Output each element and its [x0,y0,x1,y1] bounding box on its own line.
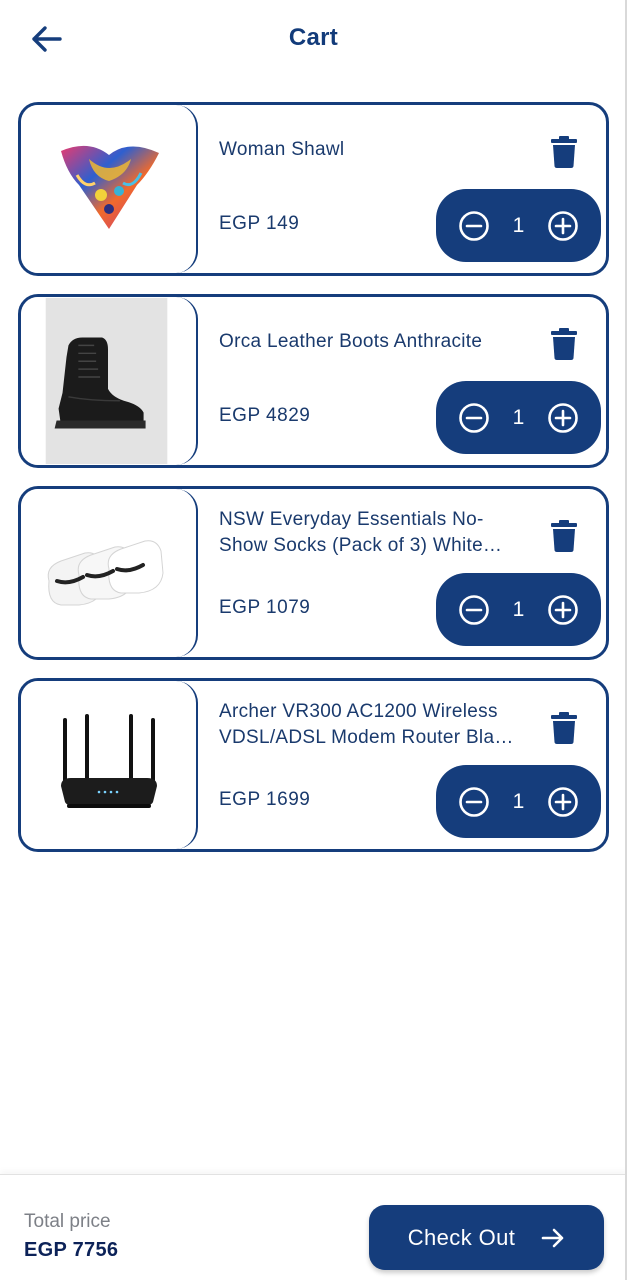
cart-item[interactable]: Orca Leather Boots Anthracite EGP 4829 1 [18,294,609,468]
app-header: Cart [0,0,627,78]
total-price-value: EGP 7756 [24,1239,119,1261]
product-image [21,489,198,657]
minus-circle-icon[interactable] [458,786,490,818]
quantity-value: 1 [512,597,525,621]
trash-icon [551,712,577,744]
plus-circle-icon[interactable] [547,786,579,818]
product-price: EGP 1699 [219,789,311,810]
minus-circle-icon[interactable] [458,594,490,626]
quantity-stepper: 1 [436,189,601,262]
total-price-label: Total price [24,1211,111,1232]
quantity-stepper: 1 [436,765,601,838]
boot-image [45,297,168,465]
checkout-footer: Total price EGP 7756 Check Out [0,1174,627,1280]
delete-button[interactable] [549,711,579,745]
product-price: EGP 149 [219,213,300,234]
socks-image [47,540,164,606]
cart-item[interactable]: Archer VR300 AC1200 Wireless VDSL/ADSL M… [18,678,609,852]
checkout-button[interactable]: Check Out [369,1205,604,1270]
quantity-value: 1 [512,789,525,813]
plus-circle-icon[interactable] [547,210,579,242]
plus-circle-icon[interactable] [547,402,579,434]
product-name: Woman Shawl [219,139,345,160]
cart-item[interactable]: Woman Shawl EGP 149 1 [18,102,609,276]
trash-icon [551,520,577,552]
shawl-image [60,145,159,229]
product-name: NSW Everyday Essentials No-Show Socks (P… [219,509,503,556]
delete-button[interactable] [549,327,579,361]
router-image [60,714,157,808]
quantity-value: 1 [512,213,525,237]
trash-icon [551,136,577,168]
minus-circle-icon[interactable] [458,402,490,434]
quantity-stepper: 1 [436,381,601,454]
product-price: EGP 1079 [219,597,311,618]
product-image [21,105,198,273]
cart-screen: Cart Woman Shawl EGP 149 1 Orca Leather … [0,0,627,1280]
delete-button[interactable] [549,519,579,553]
product-image [21,681,198,849]
minus-circle-icon[interactable] [458,210,490,242]
cart-item[interactable]: NSW Everyday Essentials No-Show Socks (P… [18,486,609,660]
product-name: Orca Leather Boots Anthracite [219,331,483,352]
checkout-label: Check Out [407,1224,516,1250]
arrow-right-icon [541,1228,564,1247]
trash-icon [551,328,577,360]
product-price: EGP 4829 [219,405,311,426]
cart-item-list: Woman Shawl EGP 149 1 Orca Leather Boots… [18,102,609,870]
product-image [21,297,198,465]
delete-button[interactable] [549,135,579,169]
quantity-stepper: 1 [436,573,601,646]
quantity-value: 1 [512,405,525,429]
product-name: Archer VR300 AC1200 Wireless VDSL/ADSL M… [219,701,514,748]
plus-circle-icon[interactable] [547,594,579,626]
page-title: Cart [288,24,339,51]
